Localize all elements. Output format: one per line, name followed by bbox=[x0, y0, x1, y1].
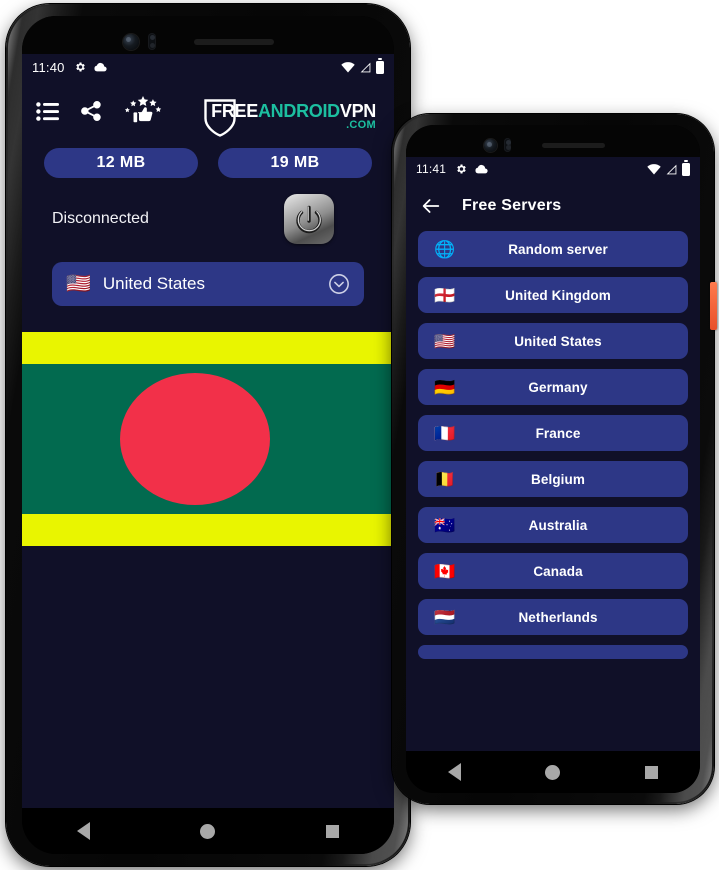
gear-icon bbox=[457, 164, 466, 174]
rate-icon[interactable] bbox=[122, 96, 164, 126]
banner-bottom-bar bbox=[22, 514, 392, 546]
earpiece-speaker bbox=[194, 39, 274, 45]
phone1-status-bar: 11:40 bbox=[22, 54, 394, 80]
phone2-display: 11:41 Free Servers bbox=[406, 125, 700, 793]
upload-usage-pill: 19 MB bbox=[218, 148, 372, 178]
server-list: 🌐 Random server 🏴󠁧󠁢󠁥󠁮󠁧󠁿 United Kingdom 🇺… bbox=[406, 231, 700, 659]
phone1-display: 11:40 FREEANDROIDVPN .COM 12 MB 19 MB Di… bbox=[22, 16, 394, 854]
back-arrow-icon[interactable] bbox=[420, 195, 442, 217]
list-item[interactable]: 🇧🇪 Belgium bbox=[418, 461, 688, 497]
list-item[interactable]: 🇩🇪 Germany bbox=[418, 369, 688, 405]
cloud-icon bbox=[475, 164, 488, 174]
share-icon[interactable] bbox=[80, 100, 102, 122]
selected-server-flag-icon: 🇺🇸 bbox=[66, 273, 91, 295]
list-item[interactable]: 🇫🇷 France bbox=[418, 415, 688, 451]
gear-icon bbox=[75, 62, 85, 72]
front-camera-icon bbox=[123, 34, 139, 50]
status-bar-left-icons bbox=[455, 163, 488, 175]
recents-button[interactable] bbox=[325, 824, 339, 838]
server-name: Belgium bbox=[531, 471, 585, 487]
front-camera-icon bbox=[484, 139, 497, 152]
connection-status-text: Disconnected bbox=[52, 210, 149, 227]
server-name: Canada bbox=[533, 563, 583, 579]
phone2-status-bar: 11:41 bbox=[406, 157, 700, 181]
connection-row: Disconnected bbox=[22, 178, 394, 244]
flag-icon: 🇦🇺 bbox=[434, 515, 456, 535]
logo-part-vpn: VPN bbox=[339, 101, 376, 121]
flag-icon: 🇺🇸 bbox=[434, 331, 456, 351]
phone1-navigation-bar bbox=[22, 808, 394, 854]
phone1-toolbar: FREEANDROIDVPN .COM bbox=[22, 80, 394, 142]
phone2-app-screen: 11:41 Free Servers bbox=[406, 157, 700, 751]
list-item[interactable]: 🏴󠁧󠁢󠁥󠁮󠁧󠁿 United Kingdom bbox=[418, 277, 688, 313]
flag-icon: 🇫🇷 bbox=[434, 423, 456, 443]
flag-icon: 🇧🇪 bbox=[434, 469, 456, 489]
earpiece-speaker bbox=[542, 143, 605, 148]
download-usage-pill: 12 MB bbox=[44, 148, 198, 178]
status-bar-right-icons bbox=[647, 160, 690, 176]
server-name: United Kingdom bbox=[505, 287, 611, 303]
phone2-side-button[interactable] bbox=[710, 282, 717, 330]
battery-icon bbox=[376, 58, 384, 74]
flag-icon: 🇩🇪 bbox=[434, 377, 456, 397]
status-bar-left-icons bbox=[74, 61, 107, 73]
logo-part-com: .COM bbox=[346, 119, 376, 131]
server-name: Australia bbox=[528, 517, 588, 533]
bangladesh-flag-disc bbox=[120, 373, 270, 505]
list-item-partial[interactable] bbox=[418, 645, 688, 659]
banner-top-bar bbox=[22, 332, 394, 364]
phone2-top-bar bbox=[406, 125, 700, 157]
back-button[interactable] bbox=[448, 763, 462, 781]
list-item[interactable]: 🌐 Random server bbox=[418, 231, 688, 267]
home-button[interactable] bbox=[545, 764, 561, 780]
server-name: Netherlands bbox=[518, 609, 598, 625]
selected-server-label: United States bbox=[102, 274, 205, 293]
server-name: Random server bbox=[508, 241, 608, 257]
bangladesh-flag-icon bbox=[22, 364, 394, 514]
server-selector-dropdown[interactable]: 🇺🇸 United States bbox=[52, 262, 364, 306]
flag-icon: 🏴󠁧󠁢󠁥󠁮󠁧󠁿 bbox=[434, 285, 456, 305]
list-item[interactable]: 🇨🇦 Canada bbox=[418, 553, 688, 589]
back-button[interactable] bbox=[77, 822, 91, 840]
status-bar-time: 11:40 bbox=[32, 59, 65, 75]
list-item[interactable]: 🇦🇺 Australia bbox=[418, 507, 688, 543]
data-usage-row: 12 MB 19 MB bbox=[22, 142, 394, 178]
signal-icon bbox=[360, 62, 371, 72]
brand-logo: FREEANDROIDVPN .COM bbox=[204, 99, 380, 137]
phone1-app-screen: 11:40 FREEANDROIDVPN .COM 12 MB 19 MB Di… bbox=[22, 54, 394, 808]
phone2-app-header: Free Servers bbox=[406, 181, 700, 231]
status-bar-time: 11:41 bbox=[416, 162, 447, 176]
server-name: France bbox=[535, 425, 581, 441]
wifi-icon bbox=[647, 163, 661, 174]
phone2-navigation-bar bbox=[406, 751, 700, 793]
signal-icon bbox=[666, 164, 677, 174]
flag-icon: 🇨🇦 bbox=[434, 561, 456, 581]
phone-device-primary: 11:40 FREEANDROIDVPN .COM 12 MB 19 MB Di… bbox=[6, 4, 410, 866]
recents-button[interactable] bbox=[644, 765, 658, 779]
phone1-top-bar bbox=[22, 16, 394, 54]
promo-banner[interactable] bbox=[22, 332, 394, 546]
wifi-icon bbox=[341, 61, 355, 72]
list-icon[interactable] bbox=[36, 101, 60, 121]
list-item[interactable]: 🇳🇱 Netherlands bbox=[418, 599, 688, 635]
proximity-sensor-icon bbox=[148, 33, 156, 50]
page-title: Free Servers bbox=[462, 197, 562, 214]
server-name: United States bbox=[514, 333, 602, 349]
power-button[interactable] bbox=[284, 194, 334, 244]
screenshot-stage: 11:40 FREEANDROIDVPN .COM 12 MB 19 MB Di… bbox=[0, 0, 719, 870]
proximity-sensor-icon bbox=[504, 138, 511, 152]
chevron-down-icon[interactable] bbox=[328, 273, 350, 295]
logo-part-android: ANDROID bbox=[257, 101, 340, 121]
server-name: Germany bbox=[528, 379, 588, 395]
globe-icon: 🌐 bbox=[434, 239, 456, 259]
home-button[interactable] bbox=[200, 823, 216, 839]
flag-icon: 🇳🇱 bbox=[434, 607, 456, 627]
status-bar-right-icons bbox=[341, 58, 384, 74]
battery-icon bbox=[682, 160, 690, 176]
list-item[interactable]: 🇺🇸 United States bbox=[418, 323, 688, 359]
phone-device-secondary: 11:41 Free Servers bbox=[392, 114, 717, 804]
cloud-icon bbox=[94, 62, 107, 72]
